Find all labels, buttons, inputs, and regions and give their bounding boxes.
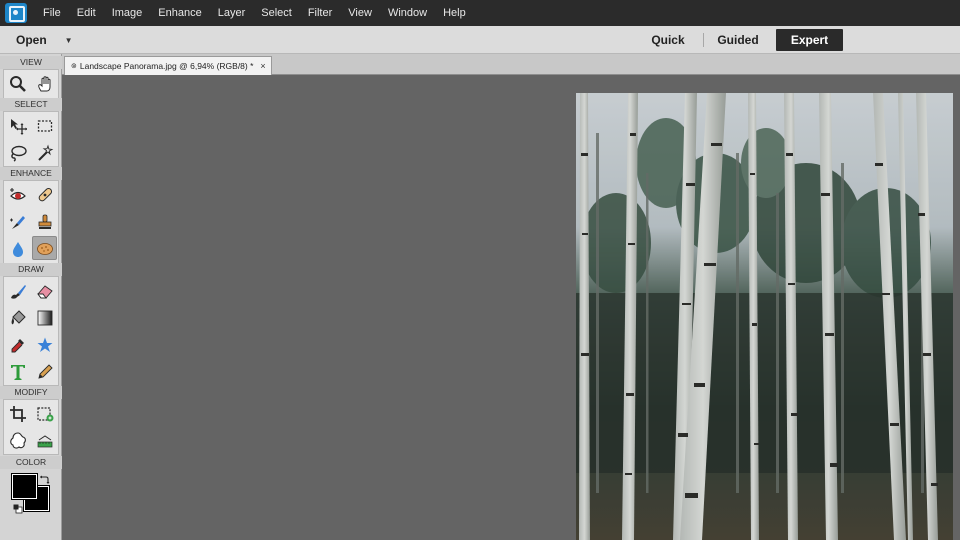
red-eye-tool-icon[interactable] xyxy=(5,183,30,207)
tool-group-select xyxy=(3,111,59,167)
birch-forest-photo xyxy=(576,93,953,540)
lasso-tool-icon[interactable] xyxy=(5,141,30,165)
brush-tool-icon[interactable] xyxy=(5,279,30,303)
toolbox: VIEW SELECT ENHANCE DRAW MODIFY COLOR xyxy=(0,54,62,540)
paint-bucket-icon[interactable] xyxy=(5,306,30,330)
section-label-view: VIEW xyxy=(0,56,62,69)
magic-wand-icon[interactable] xyxy=(32,141,57,165)
document-icon: ⊚ xyxy=(71,63,77,70)
open-label: Open xyxy=(16,33,47,47)
swap-colors-icon[interactable] xyxy=(38,473,50,485)
straighten-tool-icon[interactable] xyxy=(32,429,57,453)
mode-divider xyxy=(703,33,704,47)
menu-select[interactable]: Select xyxy=(253,0,300,26)
document-tab[interactable]: ⊚ Landscape Panorama.jpg @ 6,94% (RGB/8)… xyxy=(64,56,272,75)
crop-tool-icon[interactable] xyxy=(5,402,30,426)
move-tool-icon[interactable] xyxy=(5,114,30,138)
menu-enhance[interactable]: Enhance xyxy=(150,0,209,26)
document-image[interactable] xyxy=(576,93,953,540)
tool-group-modify xyxy=(3,399,59,455)
section-label-select: SELECT xyxy=(0,98,62,111)
close-icon[interactable]: × xyxy=(260,61,265,71)
pencil-tool-icon[interactable] xyxy=(32,360,57,384)
menu-bar: File Edit Image Enhance Layer Select Fil… xyxy=(0,0,960,26)
type-tool-icon[interactable] xyxy=(5,360,30,384)
tool-group-enhance xyxy=(3,180,59,264)
smart-brush-icon[interactable] xyxy=(5,210,30,234)
menu-help[interactable]: Help xyxy=(435,0,474,26)
menu-image[interactable]: Image xyxy=(104,0,151,26)
default-colors-icon[interactable] xyxy=(13,501,23,514)
marquee-tool-icon[interactable] xyxy=(32,114,57,138)
zoom-tool-icon[interactable] xyxy=(5,72,30,96)
tool-group-draw xyxy=(3,276,59,386)
mode-guided-tab[interactable]: Guided xyxy=(706,29,770,51)
document-tab-bar: ⊚ Landscape Panorama.jpg @ 6,94% (RGB/8)… xyxy=(62,54,960,75)
mode-expert-tab[interactable]: Expert xyxy=(776,29,843,51)
menu-file[interactable]: File xyxy=(35,0,69,26)
section-label-modify: MODIFY xyxy=(0,386,62,399)
tool-group-view xyxy=(3,69,59,99)
menu-view[interactable]: View xyxy=(340,0,380,26)
section-label-color: COLOR xyxy=(0,456,62,469)
menu-edit[interactable]: Edit xyxy=(69,0,104,26)
section-label-draw: DRAW xyxy=(0,263,62,276)
eyedropper-icon[interactable] xyxy=(5,333,30,357)
sponge-tool-icon[interactable] xyxy=(32,236,57,260)
document-tab-title: Landscape Panorama.jpg @ 6,94% (RGB/8) * xyxy=(79,61,254,71)
recompose-tool-icon[interactable] xyxy=(32,402,57,426)
open-button[interactable]: Open ▼ xyxy=(8,30,81,50)
section-label-enhance: ENHANCE xyxy=(0,167,62,180)
menu-window[interactable]: Window xyxy=(380,0,435,26)
spot-healing-icon[interactable] xyxy=(32,183,57,207)
blur-tool-icon[interactable] xyxy=(5,237,30,261)
clone-stamp-icon[interactable] xyxy=(32,210,57,234)
eraser-tool-icon[interactable] xyxy=(32,279,57,303)
gradient-tool-icon[interactable] xyxy=(32,306,57,330)
menu-filter[interactable]: Filter xyxy=(300,0,340,26)
content-aware-move-icon[interactable] xyxy=(5,429,30,453)
mode-quick-tab[interactable]: Quick xyxy=(640,29,696,51)
elements-logo-icon[interactable] xyxy=(5,3,27,23)
mode-bar: Open ▼ Quick Guided Expert xyxy=(0,26,960,54)
foreground-color-swatch[interactable] xyxy=(11,473,38,500)
custom-shape-icon[interactable] xyxy=(32,333,57,357)
menu-layer[interactable]: Layer xyxy=(210,0,254,26)
hand-tool-icon[interactable] xyxy=(32,72,57,96)
chevron-down-icon[interactable]: ▼ xyxy=(65,36,73,45)
